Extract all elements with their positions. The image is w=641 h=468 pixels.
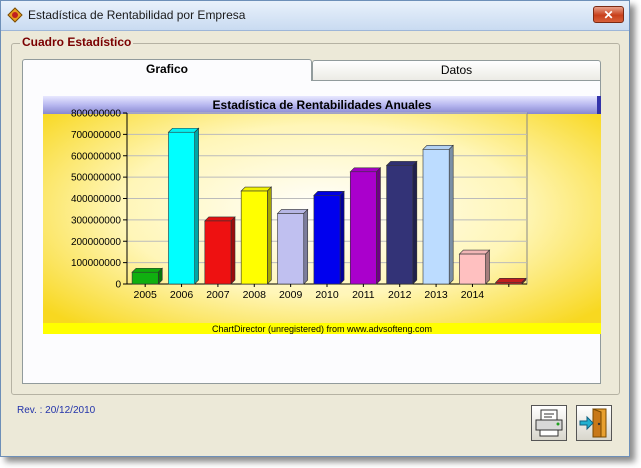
bar-top [349,167,382,173]
x-tick-label: 2007 [206,289,230,301]
bar-top [422,145,454,150]
bar [422,149,450,285]
bar-side [303,208,309,285]
window-title: Estadística de Rentabilidad por Empresa [28,8,246,22]
tab-grafico-label: Grafico [145,62,188,76]
bar-side [230,216,236,285]
bar [240,190,268,285]
bar-side [376,167,381,285]
x-tick-label: 2014 [461,289,485,301]
close-button[interactable]: ✕ [593,6,624,23]
statistics-group: Cuadro Estadístico Grafico Datos Estadís… [11,35,620,395]
y-tick-label: 700000000 [71,130,121,141]
bar [204,220,232,285]
print-button[interactable] [531,405,567,441]
y-tick-label: 100000000 [71,258,121,269]
title-bar: Estadística de Rentabilidad por Empresa … [1,1,629,31]
y-tick-label: 0 [115,280,121,291]
tab-panel: Estadística de Rentabilidades Anuales Ch… [22,80,601,384]
chart-title-edge [597,96,601,114]
y-tick-label: 500000000 [71,173,121,184]
bar [495,281,523,285]
exit-door-icon [579,408,607,438]
group-label: Cuadro Estadístico [20,35,134,49]
tab-datos-label: Datos [440,63,473,77]
x-tick-label: 2012 [388,289,412,301]
x-tick-label: 2013 [424,289,448,301]
app-icon [7,7,23,23]
bar-top [495,277,527,283]
bar-top [167,127,200,133]
bar-top [204,216,236,222]
bar [168,131,195,285]
bar [349,171,377,285]
x-tick-label: 2011 [352,289,375,301]
x-tick-label: 2008 [243,289,267,301]
bar-top [131,267,163,273]
exit-button[interactable] [576,405,612,441]
y-tick-label: 200000000 [71,237,121,248]
x-tick-label: 2009 [279,289,303,301]
bar-top [313,190,345,196]
bar-chart: Estadística de Rentabilidades Anuales Ch… [43,96,601,334]
chart-title: Estadística de Rentabilidades Anuales [213,98,432,112]
x-tick-label: 2006 [170,289,194,301]
bar-side [194,127,199,285]
bar-side [339,190,345,285]
bar-side [485,249,490,285]
bar-side [412,160,418,285]
bar [386,165,414,285]
main-window: Estadística de Rentabilidad por Empresa … [0,0,630,457]
bar-side [448,144,454,285]
print-icon [535,409,563,437]
y-tick-label: 300000000 [71,215,121,226]
bar-top [458,249,491,255]
x-tick-label: 2010 [315,289,339,301]
tab-datos[interactable]: Datos [312,60,601,80]
bar [459,253,486,285]
y-tick-label: 600000000 [71,151,121,162]
tab-grafico[interactable]: Grafico [22,59,312,81]
bar-side [267,186,272,285]
close-icon: ✕ [603,8,614,22]
bar [277,213,305,285]
bar [131,271,159,285]
bar-top [385,161,418,166]
bar-top [240,186,273,192]
bar [313,194,341,285]
bar-top [276,209,309,214]
y-tick-label: 800000000 [71,109,121,120]
revision-text: Rev. : 20/12/2010 [17,405,96,416]
y-tick-label: 400000000 [71,194,121,205]
chart-footnote: ChartDirector (unregistered) from www.ad… [212,324,432,334]
x-tick-label: 2005 [134,289,158,301]
